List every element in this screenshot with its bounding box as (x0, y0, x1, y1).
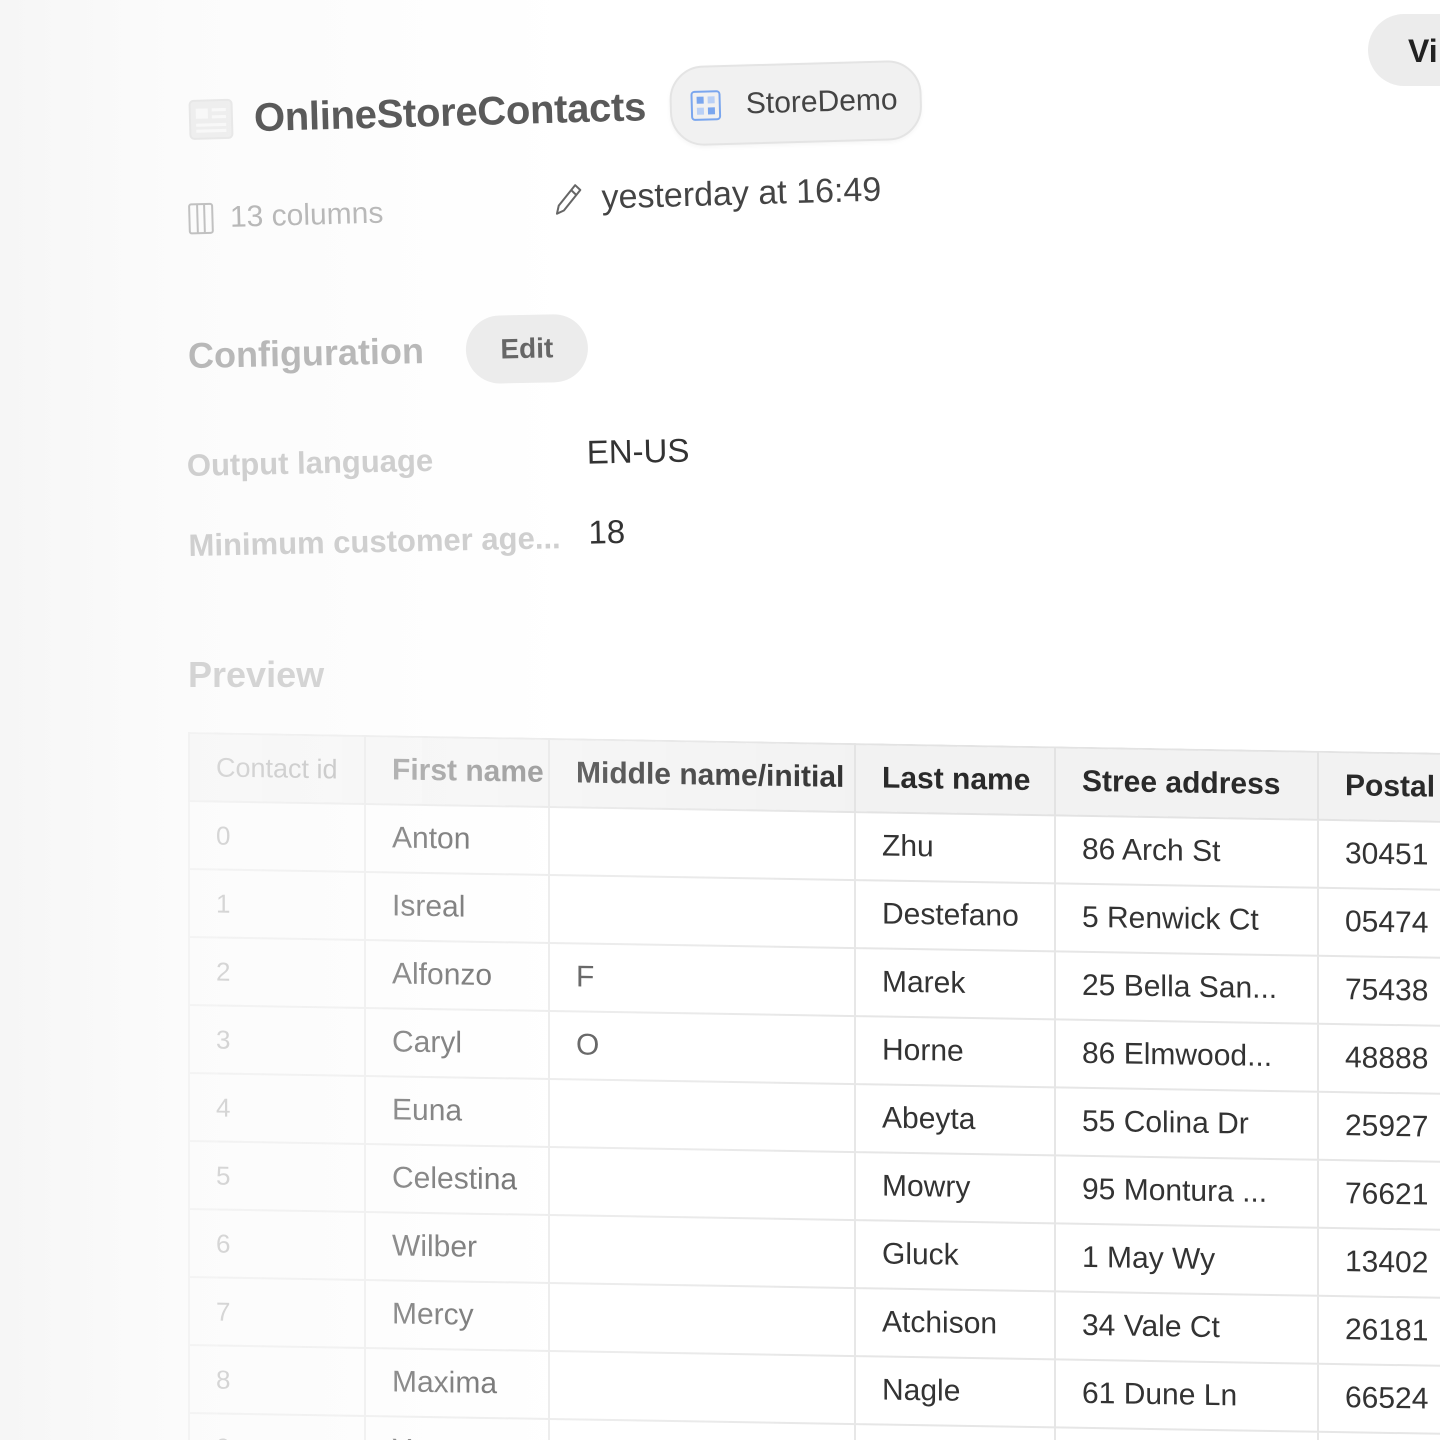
table-cell: 48888 (1318, 1023, 1440, 1097)
table-cell: Mowry (855, 1152, 1055, 1224)
table-cell (549, 806, 855, 881)
table-cell: 8 (189, 1345, 365, 1416)
table-cell (549, 1146, 855, 1221)
edit-button[interactable]: Edit (465, 313, 589, 385)
column-header-last-name[interactable]: Last name (855, 744, 1055, 816)
meta-row: 13 columns yesterday at 16:49 (187, 169, 948, 250)
config-value: 18 (587, 512, 626, 551)
table-cell: 25 Bella San... (1055, 951, 1318, 1024)
table-cell: O (549, 1010, 855, 1085)
table-cell: 13402 (1318, 1227, 1440, 1301)
project-chip[interactable]: StoreDemo (668, 59, 923, 147)
table-cell (1318, 1431, 1440, 1440)
table-cell: Abeyta (855, 1084, 1055, 1156)
table-cell: 4 (189, 1073, 365, 1144)
table-cell: 7 (189, 1277, 365, 1348)
table-cell (855, 1424, 1055, 1440)
table-cell: Destefano (855, 880, 1055, 952)
config-label: Minimum customer age... (188, 520, 561, 563)
table-cell: 2 (189, 937, 365, 1008)
table-cell: 86 Elmwood... (1055, 1019, 1318, 1092)
page-title: OnlineStoreContacts (253, 84, 647, 140)
table-cell: Euna (365, 1075, 549, 1147)
table-cell: Alfonzo (365, 939, 549, 1011)
view-button[interactable]: Vi (1368, 14, 1440, 86)
configuration-header: Configuration Edit (187, 313, 589, 390)
table-cell (549, 874, 855, 949)
project-icon (690, 90, 722, 121)
preview-table-container[interactable]: Contact id First name Middle name/initia… (188, 732, 1440, 1440)
table-cell: Isreal (365, 871, 549, 943)
table-cell: 9 (189, 1413, 365, 1440)
table-cell: Yong (365, 1415, 549, 1440)
table-cell (549, 1214, 855, 1289)
table-cell: 6 (189, 1209, 365, 1280)
table-cell (549, 1078, 855, 1153)
column-header-middle-name[interactable]: Middle name/initial (549, 738, 855, 813)
table-cell: Nagle (855, 1356, 1055, 1428)
table-cell: 1 (189, 869, 365, 940)
table-cell: 30451 (1318, 819, 1440, 893)
configuration-title: Configuration (187, 330, 425, 376)
table-cell: 61 Dune Ln (1055, 1359, 1318, 1432)
table-cell: Anton (365, 803, 549, 875)
table-cell: 5 Renwick Ct (1055, 883, 1318, 956)
table-cell: Maxima (365, 1347, 549, 1419)
table-cell: 55 Colina Dr (1055, 1087, 1318, 1160)
config-row-output-language: Output language EN-US (186, 423, 888, 518)
dataset-page: Vi OnlineStoreContacts StoreDemo 13 colu… (0, 0, 1440, 1440)
table-cell: Mercy (365, 1279, 549, 1351)
table-cell: 1 May Wy (1055, 1223, 1318, 1296)
table-cell: 75438 (1318, 955, 1440, 1029)
table-cell: 95 Montura ... (1055, 1155, 1318, 1228)
table-cell: Horne (855, 1016, 1055, 1088)
edited-meta: yesterday at 16:49 (553, 171, 882, 219)
table-cell: 3 (189, 1005, 365, 1076)
preview-title: Preview (188, 654, 325, 695)
dataset-icon (188, 98, 234, 140)
column-header-first-name[interactable]: First name (365, 735, 549, 807)
config-value: EN-US (586, 431, 690, 471)
column-header-contact-id[interactable]: Contact id (189, 733, 365, 804)
table-cell: Marek (855, 948, 1055, 1020)
table-cell: 86 Arch St (1055, 815, 1318, 888)
table-cell: 5 (189, 1141, 365, 1212)
title-row: OnlineStoreContacts StoreDemo (187, 59, 923, 160)
columns-meta: 13 columns (187, 196, 384, 236)
preview-table: Contact id First name Middle name/initia… (188, 732, 1440, 1440)
table-cell (549, 1282, 855, 1357)
configuration-list: Output language EN-US Minimum customer a… (186, 423, 889, 598)
pencil-icon (555, 183, 582, 215)
last-edited: yesterday at 16:49 (601, 170, 882, 217)
table-cell: 34 Vale Ct (1055, 1291, 1318, 1364)
table-cell: 05474 (1318, 887, 1440, 961)
table-cell: Wilber (365, 1211, 549, 1283)
table-cell: Atchison (855, 1288, 1055, 1360)
config-label: Output language (186, 442, 434, 484)
table-cell: Gluck (855, 1220, 1055, 1292)
table-cell: 0 (189, 801, 365, 872)
table-cell: Caryl (365, 1007, 549, 1079)
table-cell: 76621 (1318, 1159, 1440, 1233)
table-cell: 66524 (1318, 1363, 1440, 1437)
columns-icon (188, 202, 214, 235)
table-cell (549, 1350, 855, 1425)
table-cell: 25927 (1318, 1091, 1440, 1165)
project-label: StoreDemo (745, 83, 899, 121)
table-cell: 26181 (1318, 1295, 1440, 1369)
table-cell: Zhu (855, 812, 1055, 884)
columns-count: 13 columns (229, 196, 384, 234)
column-header-street-address[interactable]: Stree address (1055, 747, 1318, 820)
column-header-postal[interactable]: Postal (1318, 751, 1440, 825)
config-row-minimum-age: Minimum customer age... 18 (188, 503, 890, 598)
table-cell: Celestina (365, 1143, 549, 1215)
table-cell: F (549, 942, 855, 1017)
